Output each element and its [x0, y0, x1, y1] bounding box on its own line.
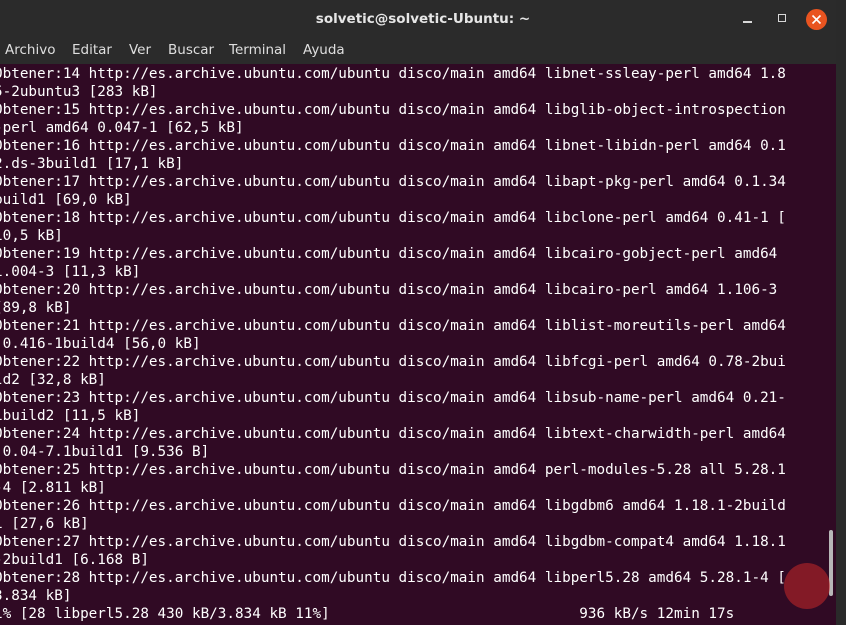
terminal-line: Obtener:21 http://es.archive.ubuntu.com/…	[0, 318, 786, 334]
terminal-line: Obtener:20 http://es.archive.ubuntu.com/…	[0, 282, 778, 298]
terminal-line: Obtener:27 http://es.archive.ubuntu.com/…	[0, 534, 786, 550]
terminal-line: Obtener:25 http://es.archive.ubuntu.com/…	[0, 462, 786, 478]
menu-editar[interactable]: Editar	[72, 42, 112, 58]
progress-line: 1% [28 libperl5.28 430 kB/3.834 kB 11%] …	[0, 606, 735, 622]
menu-bar: Archivo Editar Ver Buscar Terminal Ayuda	[0, 38, 846, 64]
terminal-line: Obtener:28 http://es.archive.ubuntu.com/…	[0, 570, 786, 586]
minimize-button[interactable]	[737, 8, 759, 30]
terminal-line: Obtener:18 http://es.archive.ubuntu.com/…	[0, 210, 786, 226]
terminal-line: 0.04-7.1build1 [9.536 B]	[0, 444, 210, 460]
menu-ayuda[interactable]: Ayuda	[303, 42, 345, 58]
menu-buscar[interactable]: Buscar	[168, 42, 214, 58]
terminal-line: -4 [2.811 kB]	[0, 480, 106, 496]
terminal-line: Obtener:23 http://es.archive.ubuntu.com/…	[0, 390, 786, 406]
terminal-line: -2build1 [6.168 B]	[0, 552, 149, 568]
terminal-line: Obtener:16 http://es.archive.ubuntu.com/…	[0, 138, 786, 154]
menu-terminal[interactable]: Terminal	[229, 42, 286, 58]
terminal-line: [89,8 kB]	[0, 300, 72, 316]
window-titlebar[interactable]: solvetic@solvetic-Ubuntu: ~	[0, 0, 846, 38]
window-title: solvetic@solvetic-Ubuntu: ~	[315, 11, 531, 27]
terminal-line: 10,5 kB]	[0, 228, 63, 244]
terminal-line: build1 [69,0 kB]	[0, 192, 132, 208]
terminal-line: 5-2ubuntu3 [283 kB]	[0, 84, 158, 100]
menu-ver[interactable]: Ver	[129, 42, 151, 58]
terminal-line: 1 [27,6 kB]	[0, 516, 89, 532]
terminal-line: 0.416-1build4 [56,0 kB]	[0, 336, 201, 352]
terminal-line: 3.834 kB]	[0, 588, 72, 604]
terminal-line: Obtener:14 http://es.archive.ubuntu.com/…	[0, 66, 786, 82]
watermark-logo	[784, 563, 830, 609]
minimize-icon	[743, 21, 752, 23]
terminal-line: Obtener:26 http://es.archive.ubuntu.com/…	[0, 498, 786, 514]
terminal-line: 1build2 [11,5 kB]	[0, 408, 141, 424]
menu-archivo[interactable]: Archivo	[5, 42, 55, 58]
terminal-line: ld2 [32,8 kB]	[0, 372, 106, 388]
terminal-line: Obtener:15 http://es.archive.ubuntu.com/…	[0, 102, 786, 118]
window-edge	[836, 0, 846, 625]
maximize-button[interactable]	[772, 8, 794, 30]
terminal-line: Obtener:22 http://es.archive.ubuntu.com/…	[0, 354, 786, 370]
terminal-line: -perl amd64 0.047-1 [62,5 kB]	[0, 120, 244, 136]
terminal-output[interactable]: Obtener:14 http://es.archive.ubuntu.com/…	[0, 64, 846, 625]
close-icon	[811, 14, 822, 25]
terminal-line: Obtener:19 http://es.archive.ubuntu.com/…	[0, 246, 778, 262]
terminal-line: 1.004-3 [11,3 kB]	[0, 264, 141, 280]
close-button[interactable]	[806, 9, 827, 30]
terminal-line: Obtener:17 http://es.archive.ubuntu.com/…	[0, 174, 786, 190]
terminal-line: 2.ds-3build1 [17,1 kB]	[0, 156, 184, 172]
terminal-line: Obtener:24 http://es.archive.ubuntu.com/…	[0, 426, 786, 442]
maximize-icon	[778, 14, 786, 22]
